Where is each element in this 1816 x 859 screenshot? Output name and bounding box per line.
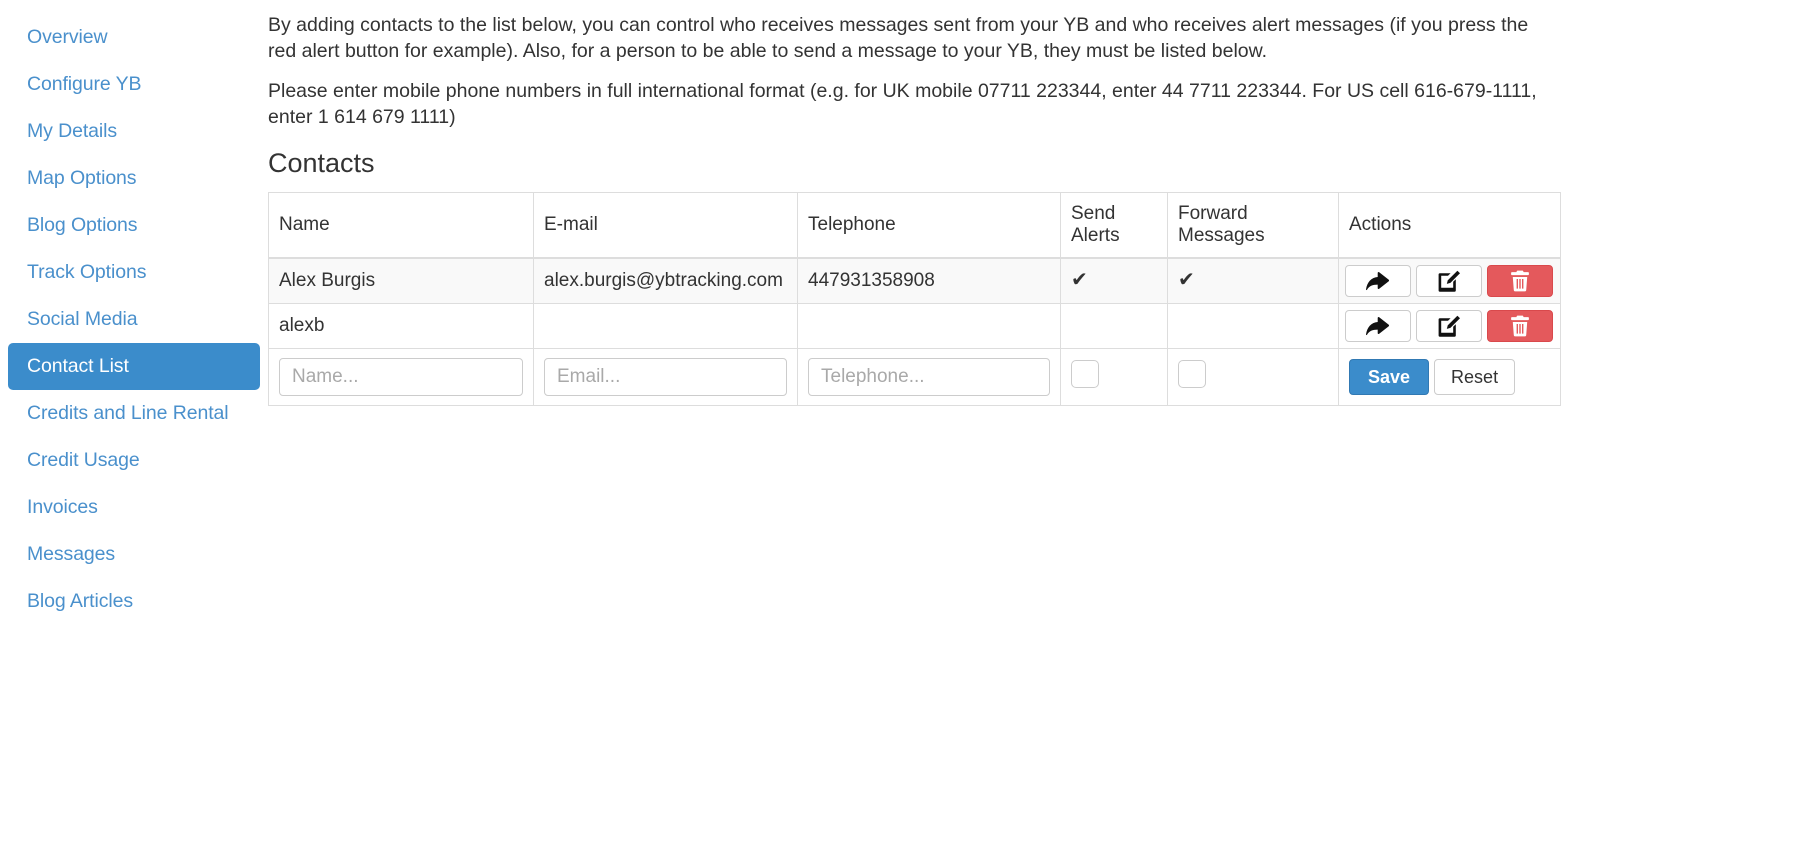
cell-forward-messages: ✔ (1167, 257, 1339, 304)
delete-contact-button[interactable] (1487, 265, 1553, 297)
cell-new-name (268, 348, 534, 406)
sidebar-item-label: Track Options (27, 261, 147, 283)
check-icon: ✔ (1071, 269, 1088, 291)
sidebar-item-social-media[interactable]: Social Media (8, 296, 260, 343)
contacts-table-body: Alex Burgis alex.burgis@ybtracking.com 447… (268, 257, 1561, 406)
column-header-actions: Actions (1338, 192, 1561, 259)
table-row: Alex Burgis alex.burgis@ybtracking.com 447… (268, 257, 1561, 304)
cell-new-send-alerts (1060, 348, 1168, 406)
delete-contact-button[interactable] (1487, 310, 1553, 342)
sidebar-item-blog-options[interactable]: Blog Options (8, 202, 260, 249)
sidebar-item-label: Overview (27, 26, 108, 48)
cell-telephone (797, 303, 1061, 349)
edit-contact-button[interactable] (1416, 265, 1482, 297)
cell-new-email (533, 348, 798, 406)
cell-name: alexb (268, 303, 534, 349)
sidebar-item-invoices[interactable]: Invoices (8, 484, 260, 531)
table-row: alexb (268, 303, 1561, 349)
sidebar-item-label: Configure YB (27, 73, 142, 95)
sidebar-item-label: Social Media (27, 308, 138, 330)
cell-actions (1338, 303, 1561, 349)
page-root: Overview Configure YB My Details Map Option… (0, 0, 1816, 859)
edit-contact-button[interactable] (1416, 310, 1482, 342)
column-header-name: Name (268, 192, 534, 259)
cell-actions (1338, 257, 1561, 304)
phone-format-paragraph: Please enter mobile phone numbers in ful… (268, 80, 1537, 128)
cell-forward-messages (1167, 303, 1339, 349)
edit-pencil-icon (1438, 315, 1460, 337)
cell-email: alex.burgis@ybtracking.com (533, 257, 798, 304)
sidebar-item-contact-list[interactable]: Contact List (8, 343, 260, 390)
reset-button[interactable]: Reset (1434, 359, 1516, 395)
edit-pencil-icon (1438, 270, 1460, 292)
sidebar-item-my-details[interactable]: My Details (8, 108, 260, 155)
sidebar-item-overview[interactable]: Overview (8, 14, 260, 61)
sidebar-item-blog-articles[interactable]: Blog Articles (8, 578, 260, 625)
sidebar-item-label: Messages (27, 543, 116, 565)
sidebar-item-label: Credit Usage (27, 449, 140, 471)
sidebar-item-configure-yb[interactable]: Configure YB (8, 61, 260, 108)
sidebar-item-label: Contact List (27, 355, 129, 377)
intro-paragraph: By adding contacts to the list below, yo… (268, 14, 1529, 62)
contacts-table: Name E-mail Telephone Send Alerts Forwar… (268, 192, 1561, 406)
name-input[interactable] (279, 358, 523, 396)
sidebar-item-credit-usage[interactable]: Credit Usage (8, 437, 260, 484)
cell-email (533, 303, 798, 349)
sidebar-item-label: My Details (27, 120, 118, 142)
column-header-send-alerts: Send Alerts (1060, 192, 1168, 259)
cell-send-alerts: ✔ (1060, 257, 1168, 304)
cell-new-actions: Save Reset (1338, 348, 1561, 406)
sidebar-item-label: Invoices (27, 496, 98, 518)
forward-arrow-icon (1366, 316, 1390, 336)
cell-new-telephone (797, 348, 1061, 406)
sidebar-item-track-options[interactable]: Track Options (8, 249, 260, 296)
forward-messages-checkbox[interactable] (1178, 360, 1206, 388)
sidebar-item-label: Blog Options (27, 214, 138, 236)
trash-icon (1511, 270, 1529, 292)
main-content: By adding contacts to the list below, yo… (268, 0, 1816, 406)
telephone-input[interactable] (808, 358, 1050, 396)
cell-name: Alex Burgis (268, 257, 534, 304)
page-title: Contacts (268, 148, 375, 178)
sidebar-nav: Overview Configure YB My Details Map Option… (0, 0, 268, 625)
table-header-row: Name E-mail Telephone Send Alerts Forwar… (268, 192, 1561, 259)
forward-message-button[interactable] (1345, 310, 1411, 342)
cell-send-alerts (1060, 303, 1168, 349)
forward-message-button[interactable] (1345, 265, 1411, 297)
sidebar-item-label: Blog Articles (27, 590, 133, 612)
sidebar-item-map-options[interactable]: Map Options (8, 155, 260, 202)
sidebar-item-credits-and-line-rental[interactable]: Credits and Line Rental (8, 390, 260, 437)
column-header-email: E-mail (533, 192, 798, 259)
save-button[interactable]: Save (1349, 359, 1430, 395)
sidebar-item-messages[interactable]: Messages (8, 531, 260, 578)
cell-telephone: 447931358908 (797, 257, 1061, 304)
email-input[interactable] (544, 358, 787, 396)
sidebar-item-label: Map Options (27, 167, 137, 189)
sidebar-item-label: Credits and Line Rental (27, 402, 229, 424)
send-alerts-checkbox[interactable] (1071, 360, 1099, 388)
column-header-forward-messages: Forward Messages (1167, 192, 1339, 259)
trash-icon (1511, 315, 1529, 337)
forward-arrow-icon (1366, 271, 1390, 291)
column-header-telephone: Telephone (797, 192, 1061, 259)
new-contact-form-row: SaveReset (268, 348, 1561, 406)
check-icon: ✔ (1178, 269, 1195, 291)
contacts-table-head: Name E-mail Telephone Send Alerts Forwar… (268, 192, 1561, 259)
cell-new-forward-messages (1167, 348, 1339, 406)
